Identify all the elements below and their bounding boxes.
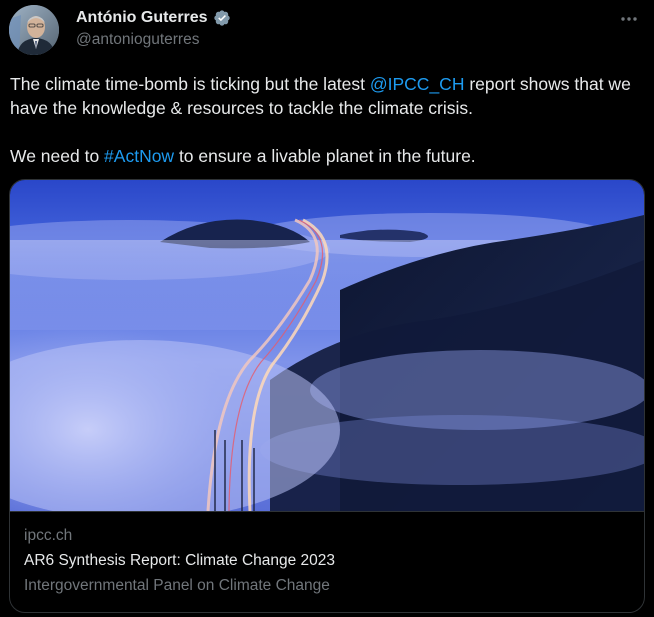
tweet-text-part: to ensure a livable planet in the future… [174,146,476,166]
card-divider [10,511,644,512]
tweet-text-part: The climate time-bomb is ticking but the… [10,74,370,94]
card-domain[interactable]: ipcc.ch [24,527,72,545]
author-name[interactable]: António Guterres [76,9,208,27]
verified-badge-icon[interactable] [213,9,231,27]
link-card[interactable]: ipcc.ch AR6 Synthesis Report: Climate Ch… [9,179,645,613]
tweet-paragraph-2: We need to #ActNow to ensure a livable p… [10,144,646,168]
more-options-icon[interactable] [616,8,642,30]
hashtag-link[interactable]: #ActNow [104,146,174,166]
tweet-text: The climate time-bomb is ticking but the… [10,72,646,168]
tweet-text-part: We need to [10,146,105,166]
author-handle[interactable]: @antonioguterres [76,31,231,49]
tweet: António Guterres @antonioguterres The cl… [0,0,654,617]
card-description[interactable]: Intergovernmental Panel on Climate Chang… [24,577,330,595]
author-block: António Guterres @antonioguterres [76,7,231,49]
avatar-image [9,5,59,55]
avatar[interactable] [9,5,59,55]
author-name-row: António Guterres [76,7,231,29]
tweet-paragraph-1: The climate time-bomb is ticking but the… [10,72,646,120]
link-card-image[interactable] [10,180,644,511]
card-title[interactable]: AR6 Synthesis Report: Climate Change 202… [24,552,335,570]
mention-link[interactable]: @IPCC_CH [370,74,465,94]
